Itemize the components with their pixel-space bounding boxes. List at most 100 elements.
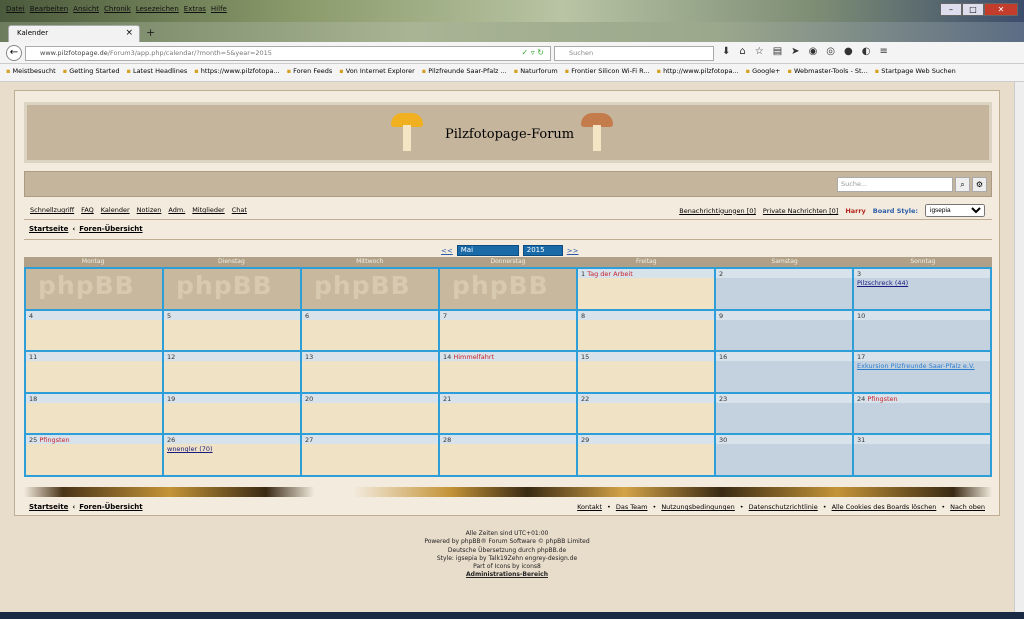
web-page: Pilzfotopage-Forum Suche... ⌕ ⚙ Schnellz… bbox=[0, 82, 1024, 612]
extension-icon[interactable]: ◉ bbox=[809, 46, 818, 57]
calendar-day-cell: 25 Pfingsten bbox=[25, 434, 163, 476]
breadcrumb-index[interactable]: Foren-Übersicht bbox=[79, 225, 142, 233]
board-style-select[interactable]: igsepia bbox=[925, 204, 985, 217]
browser-search-input[interactable]: Suchen bbox=[554, 46, 714, 61]
bookmark-item[interactable]: Getting Started bbox=[63, 67, 119, 78]
bookmark-item[interactable]: Startpage Web Suchen bbox=[875, 67, 955, 78]
close-window-button[interactable]: ✕ bbox=[984, 3, 1018, 16]
quicklink-notizen[interactable]: Notizen bbox=[137, 206, 162, 214]
quicklink-chat[interactable]: Chat bbox=[232, 206, 247, 214]
day-number: 7 bbox=[440, 310, 576, 320]
footer-link-terms[interactable]: Nutzungsbedingungen bbox=[661, 503, 734, 511]
mushroom-logo-left bbox=[389, 111, 425, 155]
bookmark-item[interactable]: Meistbesucht bbox=[6, 67, 55, 78]
forum-search-input[interactable]: Suche... bbox=[837, 177, 953, 192]
bookmark-item[interactable]: Frontier Silicon Wi-Fi R... bbox=[565, 67, 649, 78]
gear-icon[interactable]: ⚙ bbox=[972, 177, 987, 192]
notifications-link[interactable]: Benachrichtigungen [0] bbox=[679, 207, 756, 215]
menu-item-bearbeiten[interactable]: Bearbeiten bbox=[30, 5, 68, 13]
calendar-event-link[interactable]: Exkursion Pilzfreunde Saar-Pfalz e.V. bbox=[857, 362, 987, 370]
decorative-divider bbox=[24, 487, 992, 497]
bookmark-item[interactable]: Naturforum bbox=[514, 67, 558, 78]
tab-kalender[interactable]: Kalender × bbox=[8, 25, 140, 42]
calendar-day-cell: 3 Pilzschreck (44) bbox=[853, 268, 991, 310]
quicklink-mitglieder[interactable]: Mitglieder bbox=[192, 206, 225, 214]
quicklink-kalender[interactable]: Kalender bbox=[101, 206, 130, 214]
quicklink-schnellzugriff[interactable]: Schnellzugriff bbox=[30, 206, 74, 214]
weekday-label: Freitag bbox=[636, 258, 657, 265]
bookmark-item[interactable]: Pilzfreunde Saar-Pfalz ... bbox=[422, 67, 506, 78]
day-number: 27 bbox=[302, 435, 438, 445]
month-select[interactable]: Mai bbox=[456, 245, 519, 256]
menu-item-datei[interactable]: Datei bbox=[6, 5, 25, 13]
addon-icon[interactable]: ● bbox=[844, 46, 853, 57]
weekday-header: Montag Dienstag Mittwoch Donnerstag Frei… bbox=[24, 257, 992, 267]
back-button[interactable]: ← bbox=[6, 45, 22, 61]
calendar-day-cell: 24 Pfingsten bbox=[853, 392, 991, 435]
bookmark-item[interactable]: https://www.pilzfotopa... bbox=[194, 67, 280, 78]
quicklink-adm[interactable]: Adm. bbox=[168, 206, 185, 214]
send-icon[interactable]: ➤ bbox=[791, 46, 799, 57]
footer-link-cookies[interactable]: Alle Cookies des Boards löschen bbox=[832, 503, 937, 511]
menu-item-hilfe[interactable]: Hilfe bbox=[211, 5, 227, 13]
download-icon[interactable]: ⬇ bbox=[722, 46, 730, 57]
private-messages-link[interactable]: Private Nachrichten [0] bbox=[763, 207, 838, 215]
quicklink-faq[interactable]: FAQ bbox=[81, 206, 94, 214]
holiday-label: Tag der Arbeit bbox=[587, 270, 633, 278]
minimize-button[interactable]: – bbox=[940, 3, 962, 16]
breadcrumb-home[interactable]: Startseite bbox=[29, 503, 68, 511]
year-select[interactable]: 2015 bbox=[522, 245, 563, 256]
prev-month-link[interactable]: << bbox=[441, 247, 453, 255]
reader-icon[interactable]: ▤ bbox=[773, 46, 782, 57]
calendar-event-link[interactable]: wnengler (70) bbox=[167, 445, 297, 453]
search-icon[interactable]: ⌕ bbox=[955, 177, 970, 192]
home-icon[interactable]: ⌂ bbox=[739, 46, 745, 57]
weekday-label: Sonntag bbox=[910, 258, 936, 265]
calendar-day-cell: 13 bbox=[301, 351, 439, 393]
menu-item-ansicht[interactable]: Ansicht bbox=[73, 5, 99, 13]
page-scrollbar[interactable] bbox=[1014, 82, 1024, 612]
menu-item-lesezeichen[interactable]: Lesezeichen bbox=[136, 5, 179, 13]
close-tab-icon[interactable]: × bbox=[125, 28, 133, 38]
admin-panel-link[interactable]: Administrations-Bereich bbox=[0, 571, 1014, 579]
navigation-bar: ← www.pilzfotopage.de/Forum3/app.php/cal… bbox=[0, 42, 1024, 64]
url-bar[interactable]: www.pilzfotopage.de/Forum3/app.php/calen… bbox=[25, 46, 551, 61]
bookmark-star-icon[interactable]: ☆ bbox=[755, 46, 764, 57]
breadcrumb-home[interactable]: Startseite bbox=[29, 225, 68, 233]
footer-link-privacy[interactable]: Datenschutzrichtlinie bbox=[749, 503, 818, 511]
footer-link-top[interactable]: Nach oben bbox=[950, 503, 985, 511]
bookmark-item[interactable]: Latest Headlines bbox=[126, 67, 187, 78]
menu-item-chronik[interactable]: Chronik bbox=[104, 5, 131, 13]
breadcrumb-index[interactable]: Foren-Übersicht bbox=[79, 503, 142, 511]
calendar-day-cell: 27 bbox=[301, 434, 439, 476]
chat-icon[interactable]: ◐ bbox=[862, 46, 871, 57]
reload-icon[interactable]: ✓ ▿ ↻ bbox=[521, 48, 544, 57]
day-number: 24 bbox=[857, 394, 866, 403]
day-number: 29 bbox=[578, 435, 714, 445]
footer-link-team[interactable]: Das Team bbox=[616, 503, 648, 511]
footer-link-kontakt[interactable]: Kontakt bbox=[577, 503, 602, 511]
bookmark-item[interactable]: Foren Feeds bbox=[287, 67, 332, 78]
holiday-label: Himmelfahrt bbox=[453, 353, 495, 362]
day-number: 15 bbox=[578, 352, 714, 362]
mushroom-logo-right bbox=[579, 111, 615, 155]
new-tab-button[interactable]: + bbox=[146, 26, 155, 39]
bookmark-item[interactable]: Google+ bbox=[746, 67, 780, 78]
bookmark-item[interactable]: Webmaster-Tools - St... bbox=[788, 67, 868, 78]
timezone-text: Alle Zeiten sind UTC+01:00 bbox=[465, 530, 549, 537]
maximize-button[interactable]: □ bbox=[962, 3, 984, 16]
calendar-day-cell: 21 bbox=[439, 392, 577, 435]
style-credit-text: Style: igsepia by Talk19Zehn engrey-desi… bbox=[436, 554, 578, 562]
day-number: 19 bbox=[164, 393, 300, 403]
calendar-empty-cell: phpBB bbox=[25, 268, 163, 310]
menu-item-extras[interactable]: Extras bbox=[184, 5, 206, 13]
board-style-label: Board Style: bbox=[872, 206, 918, 215]
globe-icon[interactable]: ◎ bbox=[826, 46, 835, 57]
next-month-link[interactable]: >> bbox=[567, 247, 579, 255]
menu-icon[interactable]: ≡ bbox=[880, 46, 888, 57]
calendar-event-link[interactable]: Pilzschreck (44) bbox=[857, 279, 987, 287]
username-menu[interactable]: Harry bbox=[845, 207, 865, 215]
forum-title[interactable]: Pilzfotopage-Forum bbox=[445, 127, 574, 142]
bookmark-item[interactable]: http://www.pilzfotopa... bbox=[657, 67, 739, 78]
bookmark-item[interactable]: Von Internet Explorer bbox=[339, 67, 415, 78]
